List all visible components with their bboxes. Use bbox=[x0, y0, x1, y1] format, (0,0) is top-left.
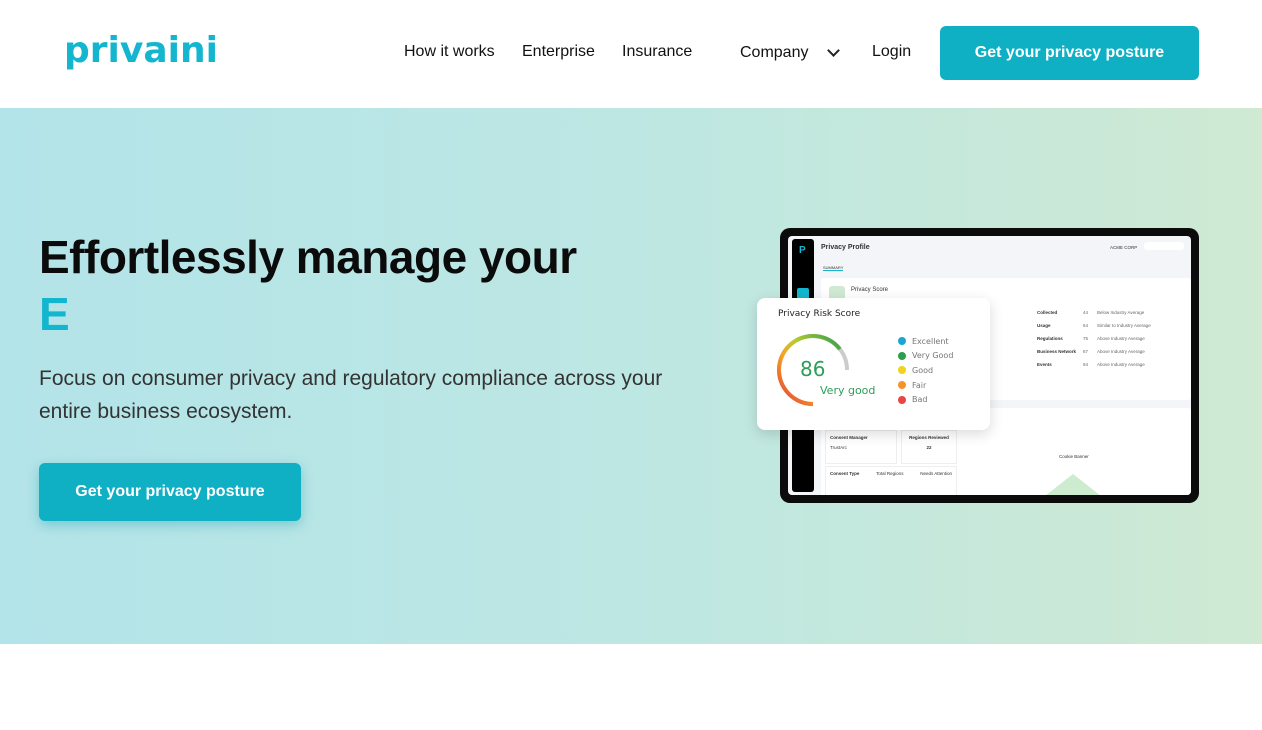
legend-dot-icon bbox=[898, 366, 906, 375]
row-value: 54 bbox=[1083, 323, 1089, 328]
privacy-score-title: Privacy Score bbox=[851, 287, 889, 293]
total-regions-label: Total Regions bbox=[876, 471, 904, 476]
hero-title: Effortlessly manage your bbox=[39, 231, 577, 283]
cookie-banner-label: Cookie Banner bbox=[1059, 454, 1089, 459]
nav-how-it-works[interactable]: How it works bbox=[404, 43, 495, 61]
hero-typed-text: E bbox=[39, 288, 70, 340]
legend-label: Excellent bbox=[912, 336, 949, 346]
row-label: Business Network bbox=[1037, 349, 1077, 354]
mockup-tab-summary: SUMMARY bbox=[823, 265, 844, 271]
site-header: privaini How it works Enterprise Insuran… bbox=[0, 0, 1262, 108]
nav-company[interactable]: Company bbox=[740, 44, 808, 62]
risk-score-title: Privacy Risk Score bbox=[778, 309, 861, 319]
needs-attention-label: Needs Attention bbox=[920, 471, 952, 476]
regions-reviewed-label: Regions Reviewed bbox=[909, 435, 949, 440]
row-label: Events bbox=[1037, 362, 1052, 367]
radar-chart bbox=[1045, 474, 1101, 495]
score-row: Business Network 67 Above Industry Average bbox=[1037, 349, 1145, 354]
row-comparison: Above Industry Average bbox=[1097, 362, 1145, 367]
nav-login[interactable]: Login bbox=[872, 43, 911, 61]
nav-insurance[interactable]: Insurance bbox=[622, 43, 692, 61]
mockup-title: Privacy Profile bbox=[821, 244, 870, 251]
legend-item: Good bbox=[898, 363, 953, 378]
legend-item: Excellent bbox=[898, 334, 953, 349]
row-label: Usage bbox=[1037, 323, 1051, 328]
legend-item: Bad bbox=[898, 392, 953, 407]
row-comparison: Above Industry Average bbox=[1097, 336, 1145, 341]
row-comparison: Similar to Industry Average bbox=[1097, 323, 1151, 328]
legend-label: Very Good bbox=[912, 351, 954, 361]
legend-item: Fair bbox=[898, 378, 953, 393]
row-label: Collected bbox=[1037, 310, 1058, 315]
row-comparison: Below Industry Average bbox=[1097, 310, 1145, 315]
hero-subtitle: Focus on consumer privacy and regulatory… bbox=[39, 367, 663, 423]
score-row: Collected 44 Below Industry Average bbox=[1037, 310, 1144, 315]
row-value: 94 bbox=[1083, 362, 1089, 367]
legend-label: Good bbox=[912, 365, 934, 375]
row-value: 44 bbox=[1083, 310, 1089, 315]
legend-item: Very Good bbox=[898, 349, 953, 364]
mockup-org: ACME CORP bbox=[1110, 245, 1138, 250]
score-rating: Very good bbox=[820, 384, 876, 397]
chevron-down-icon[interactable] bbox=[827, 44, 840, 57]
row-value: 67 bbox=[1083, 349, 1089, 354]
score-row: Regulations 75 Above Industry Average bbox=[1037, 336, 1145, 341]
consent-manager-label: Consent Manager bbox=[830, 435, 868, 440]
privaini-logo[interactable]: privaini bbox=[64, 30, 218, 71]
legend-dot-icon bbox=[898, 381, 906, 390]
consent-manager-value: TrustArc bbox=[830, 445, 847, 450]
legend-dot-icon bbox=[898, 337, 906, 346]
score-row: Events 94 Above Industry Average bbox=[1037, 362, 1145, 367]
get-privacy-posture-header-button[interactable]: Get your privacy posture bbox=[940, 26, 1199, 80]
score-legend: Excellent Very Good Good Fair Bad bbox=[898, 334, 953, 407]
mockup-logo: P bbox=[799, 245, 806, 256]
row-comparison: Above Industry Average bbox=[1097, 349, 1145, 354]
row-value: 75 bbox=[1083, 336, 1089, 341]
regions-reviewed-value: 22 bbox=[926, 445, 932, 450]
get-privacy-posture-button[interactable]: Get your privacy posture bbox=[39, 463, 301, 521]
legend-label: Fair bbox=[912, 380, 927, 390]
legend-dot-icon bbox=[898, 395, 906, 404]
row-label: Regulations bbox=[1037, 336, 1063, 341]
mockup-search bbox=[1144, 242, 1184, 250]
legend-dot-icon bbox=[898, 351, 906, 360]
consent-type-label: Consent Type bbox=[830, 471, 860, 476]
score-value: 86 bbox=[800, 357, 826, 381]
nav-enterprise[interactable]: Enterprise bbox=[522, 43, 595, 61]
privacy-risk-score-card: Privacy Risk Score 86 Very good Excellen… bbox=[757, 298, 990, 430]
score-row: Usage 54 Similar to Industry Average bbox=[1037, 323, 1151, 328]
legend-label: Bad bbox=[912, 395, 928, 405]
